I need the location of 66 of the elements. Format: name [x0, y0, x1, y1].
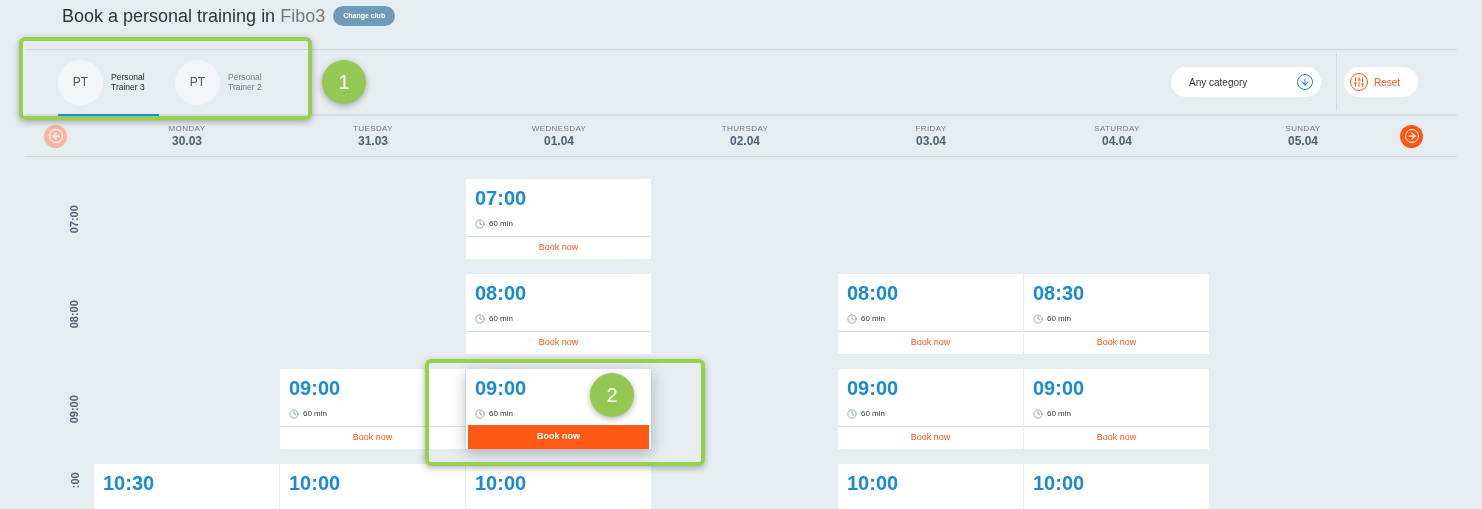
day-date: 04.04 [1102, 133, 1132, 149]
book-button[interactable]: Book now [466, 331, 651, 354]
slot-time: 10:00 [475, 471, 527, 495]
clock-icon [1033, 409, 1043, 419]
trainer-avatar: PT [58, 59, 103, 105]
book-button[interactable]: Book now [838, 426, 1023, 449]
weekday-label: SATURDAY [1094, 123, 1140, 134]
weekday-label: FRIDAY [915, 123, 947, 134]
weekday-label: SUNDAY [1285, 123, 1321, 134]
slot-duration: 60 min [1047, 408, 1071, 420]
clock-icon [475, 219, 485, 229]
clock-icon [847, 409, 857, 419]
day-date: 30.03 [172, 133, 202, 149]
slot-time: 08:00 [475, 281, 527, 305]
book-button[interactable]: Book now [466, 236, 651, 259]
clock-icon [289, 409, 299, 419]
book-button[interactable]: Book now [1024, 331, 1209, 354]
day-date: 02.04 [730, 133, 760, 149]
slot-time: 07:00 [475, 186, 527, 210]
slot-time: 10:30 [103, 471, 155, 495]
slot-time: 09:00 [847, 376, 899, 400]
clock-icon [475, 314, 485, 324]
trainer-tab[interactable]: PT Personal Trainer 3 [58, 50, 159, 116]
slot-duration: 60 min [489, 408, 513, 420]
trainer-tab[interactable]: PT Personal Trainer 2 [175, 50, 276, 116]
time-row-label: 08:00 [67, 299, 82, 329]
book-button[interactable]: Book now [838, 331, 1023, 354]
time-row-label: 09:00 [67, 394, 82, 424]
book-button[interactable]: Book now [280, 426, 465, 449]
time-row-label: :00 [67, 472, 82, 489]
slot-time: 10:00 [1033, 471, 1085, 495]
book-button[interactable]: Book now [1024, 426, 1209, 449]
day-date: 31.03 [358, 133, 388, 149]
slot-duration: 60 min [489, 218, 513, 230]
weekday-label: MONDAY [168, 123, 206, 134]
slot-duration: 60 min [489, 313, 513, 325]
next-week-button[interactable] [1400, 124, 1423, 148]
slot-duration: 60 min [861, 408, 885, 420]
slot-time: 10:00 [847, 471, 899, 495]
trainer-avatar: PT [175, 59, 220, 105]
trainer-name: Personal Trainer 3 [111, 72, 146, 92]
slot-duration: 60 min [1047, 313, 1071, 325]
reset-button[interactable]: Reset [1344, 67, 1418, 97]
day-date: 03.04 [916, 133, 946, 149]
slot-time: 08:00 [847, 281, 899, 305]
slot-time: 09:00 [1033, 376, 1085, 400]
slot-time: 09:00 [289, 376, 341, 400]
slot-time: 08:30 [1033, 281, 1085, 305]
day-date: 05.04 [1288, 133, 1318, 149]
clock-icon [1033, 314, 1043, 324]
book-button[interactable]: Book now [468, 425, 649, 449]
weekday-label: TUESDAY [353, 123, 393, 134]
clock-icon [847, 314, 857, 324]
category-select[interactable]: Any category [1171, 67, 1321, 97]
weekday-label: THURSDAY [721, 123, 769, 134]
step-badge: 1 [322, 60, 366, 104]
weekday-label: WEDNESDAY [531, 123, 587, 134]
slot-time: 10:00 [289, 471, 341, 495]
clock-icon [475, 409, 485, 419]
time-row-label: 07:00 [67, 204, 82, 234]
slot-duration: 60 min [861, 313, 885, 325]
slot-time: 09:00 [475, 376, 527, 400]
day-date: 01.04 [544, 133, 574, 149]
trainer-name: Personal Trainer 2 [228, 72, 263, 92]
slot-duration: 60 min [303, 408, 327, 420]
page-title: Book a personal training in Fibo3 [62, 4, 326, 28]
